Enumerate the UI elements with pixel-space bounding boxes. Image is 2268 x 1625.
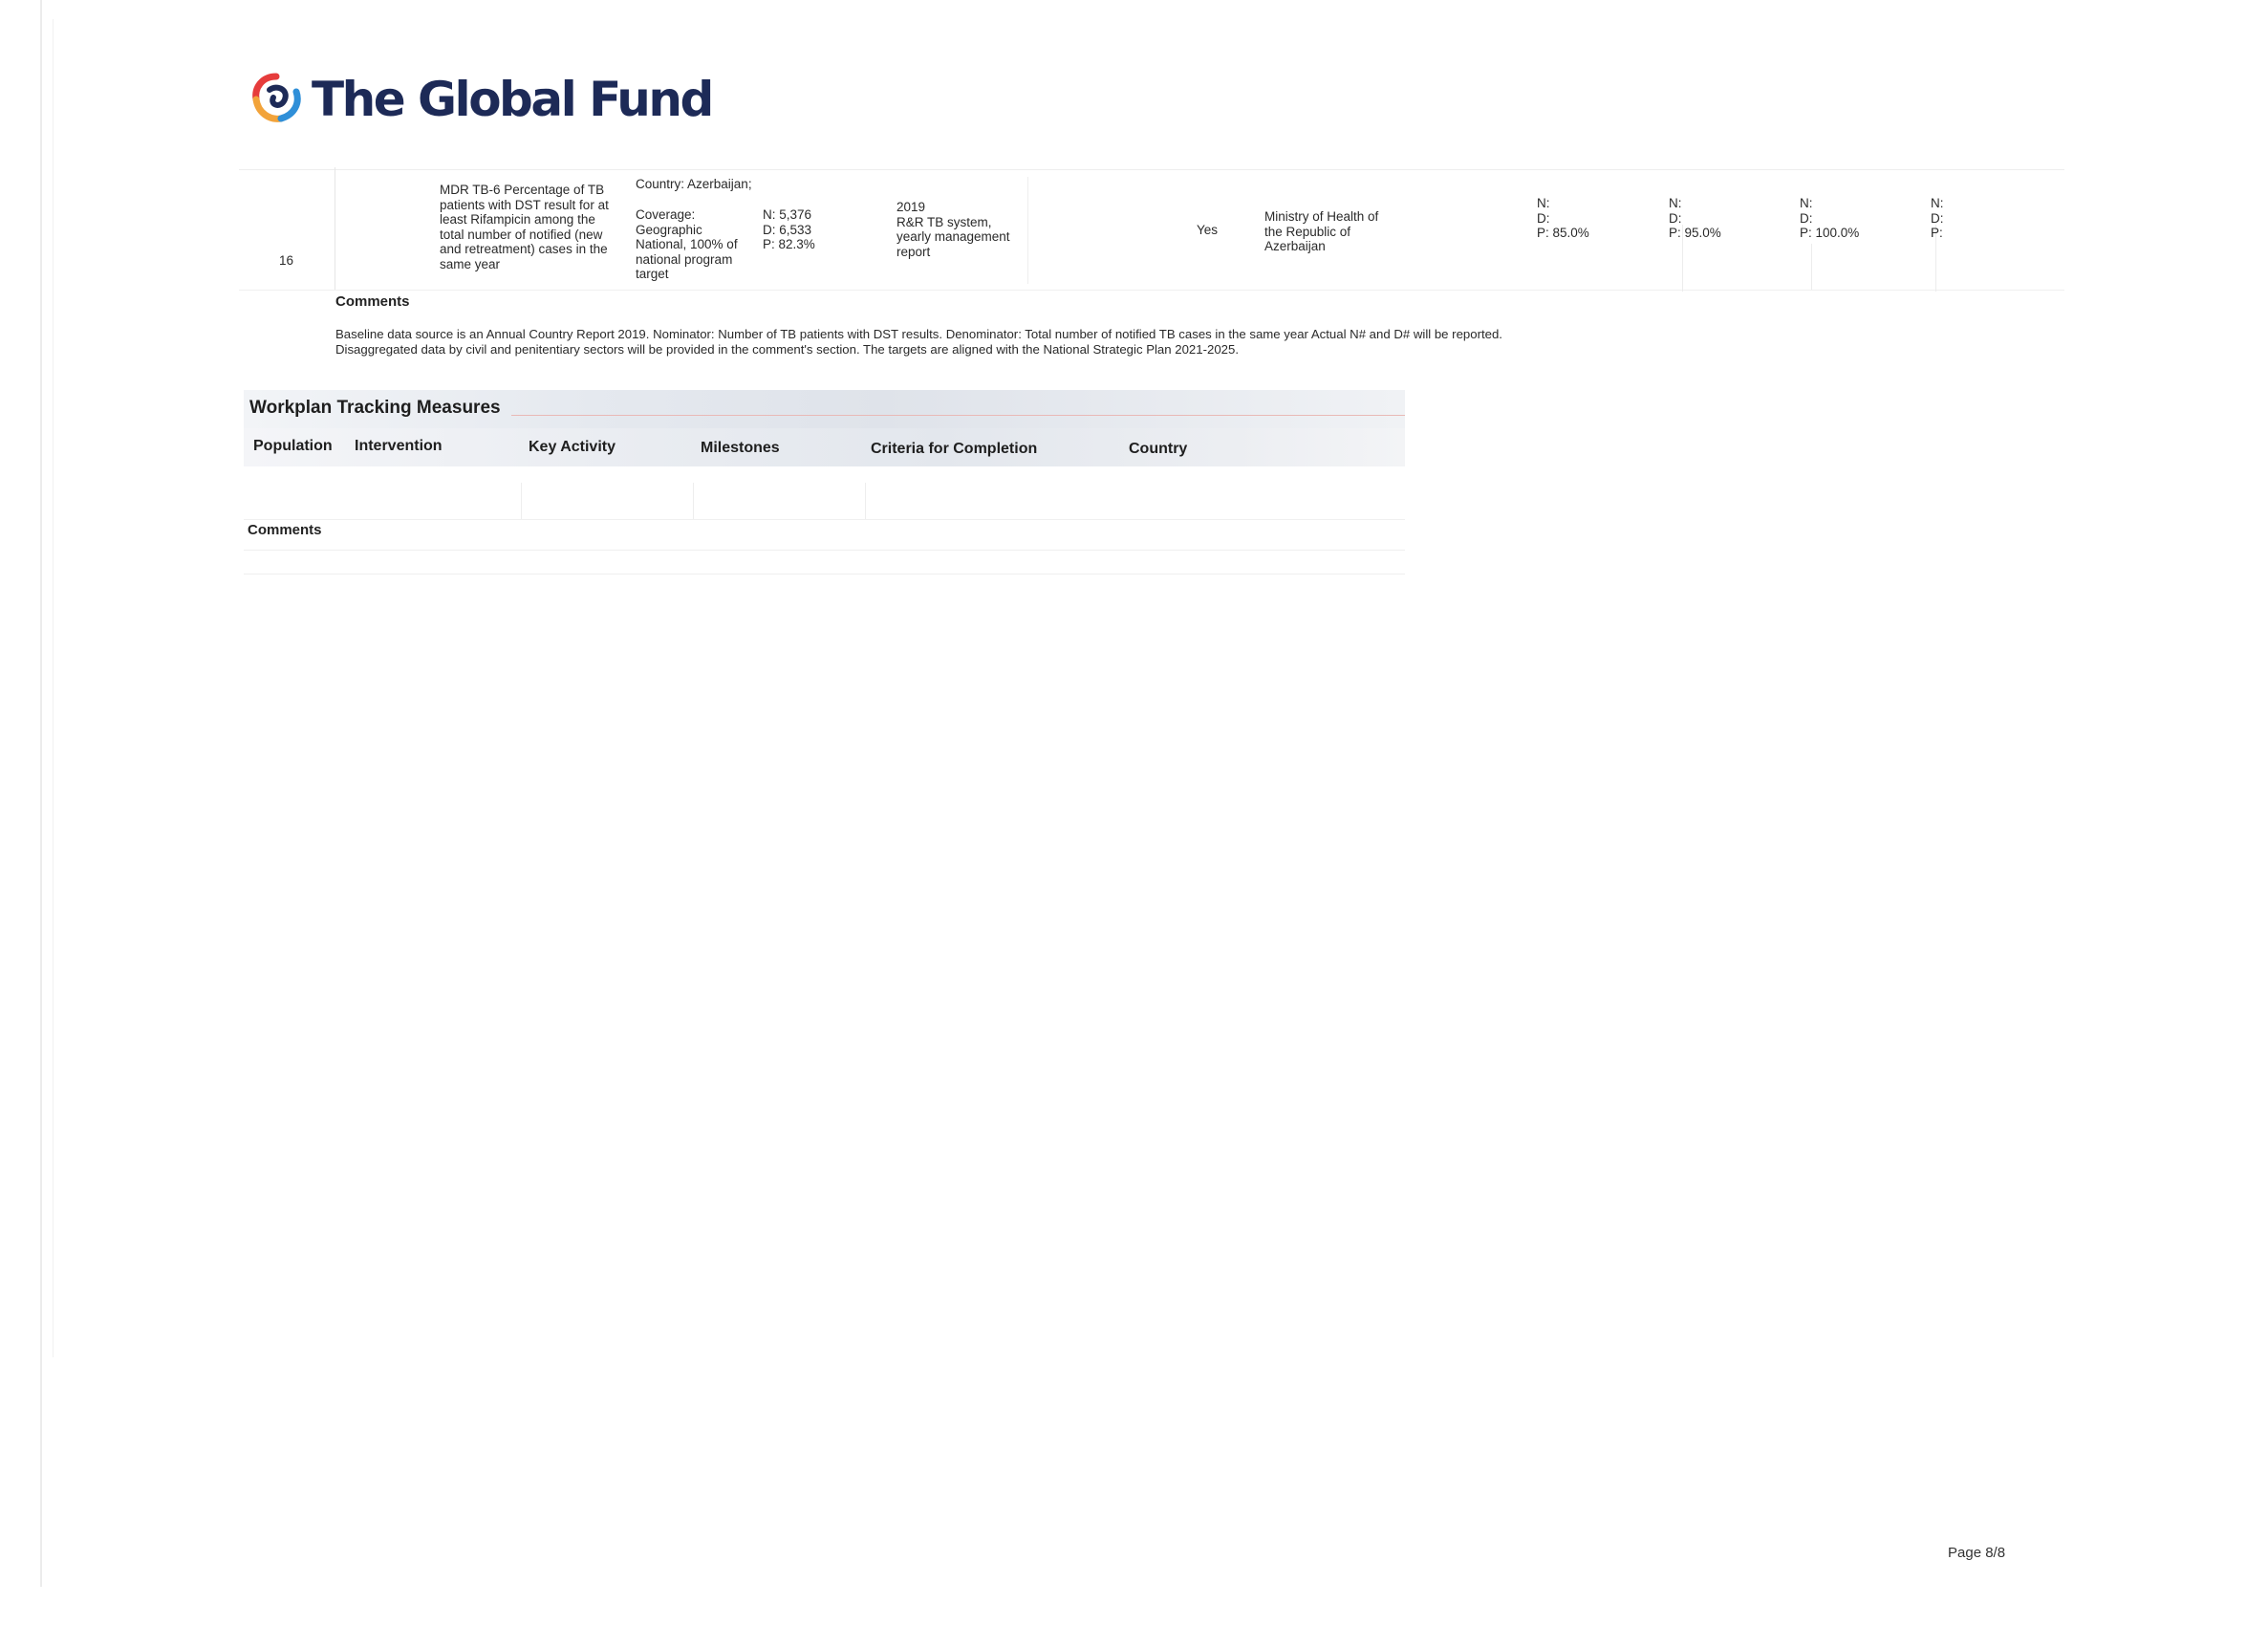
divider — [511, 415, 1405, 416]
indicator-name: MDR TB-6 Percentage of TB patients with … — [440, 183, 609, 271]
required-flag: Yes — [1197, 223, 1219, 237]
baseline-values: N: 5,376 D: 6,533 P: 82.3% — [763, 207, 815, 251]
column-header-country: Country — [1129, 441, 1188, 457]
global-fund-logo: The Global Fund — [248, 71, 714, 128]
indicator-table-row: 16 MDR TB-6 Percentage of TB patients wi… — [239, 167, 2064, 292]
workplan-empty-row — [244, 483, 1405, 520]
page-number: Page 8/8 — [1948, 1545, 2006, 1561]
global-fund-logo-icon — [252, 73, 301, 122]
workplan-comments-heading: Comments — [248, 522, 322, 538]
responsible-entity: Ministry of Health of the Republic of Az… — [1264, 209, 1379, 253]
column-header-milestones: Milestones — [701, 440, 780, 456]
baseline-source: 2019 R&R TB system, yearly management re… — [896, 200, 1010, 259]
target-period-2: N: D: P: 95.0% — [1669, 196, 1721, 240]
target-period-4: N: D: P: — [1931, 196, 1944, 240]
comments-text: Baseline data source is an Annual Countr… — [335, 327, 1502, 357]
comments-heading: Comments — [335, 293, 410, 310]
workplan-title: Workplan Tracking Measures — [249, 398, 501, 418]
target-period-1: N: D: P: 85.0% — [1537, 196, 1589, 240]
scan-edge — [40, 0, 42, 1587]
divider — [244, 550, 1405, 551]
workplan-section: Workplan Tracking Measures Population In… — [244, 390, 1405, 466]
scan-edge — [53, 19, 54, 1357]
column-header-key-activity: Key Activity — [529, 439, 616, 455]
column-header-population: Population — [253, 438, 333, 454]
indicator-country: Country: Azerbaijan; — [636, 177, 752, 191]
column-header-intervention: Intervention — [355, 438, 443, 454]
column-header-criteria: Criteria for Completion — [871, 441, 1038, 457]
logo-wordmark: The Global Fund — [312, 72, 714, 127]
target-period-3: N: D: P: 100.0% — [1800, 196, 1860, 240]
indicator-coverage: Coverage: Geographic National, 100% of n… — [636, 207, 738, 281]
row-number: 16 — [279, 253, 294, 268]
